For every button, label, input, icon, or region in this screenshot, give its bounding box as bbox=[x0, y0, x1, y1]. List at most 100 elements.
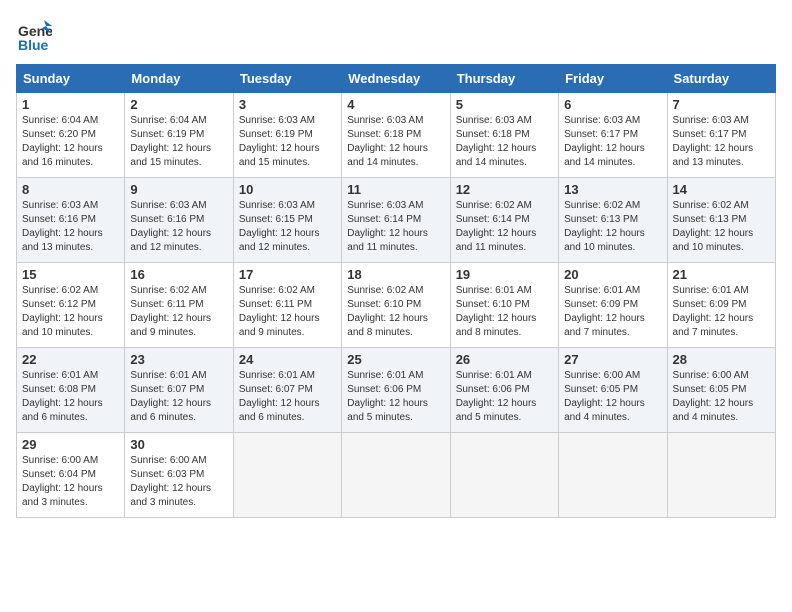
day-info: Sunrise: 6:02 AM Sunset: 6:13 PM Dayligh… bbox=[564, 199, 661, 255]
logo-icon: General Blue bbox=[16, 16, 52, 52]
day-info: Sunrise: 6:00 AM Sunset: 6:05 PM Dayligh… bbox=[673, 369, 770, 425]
day-number: 8 bbox=[22, 182, 119, 197]
calendar-cell bbox=[450, 433, 558, 518]
calendar-cell: 21 Sunrise: 6:01 AM Sunset: 6:09 PM Dayli… bbox=[667, 263, 775, 348]
day-info: Sunrise: 6:03 AM Sunset: 6:16 PM Dayligh… bbox=[130, 199, 227, 255]
day-number: 11 bbox=[347, 182, 444, 197]
svg-text:Blue: Blue bbox=[18, 37, 49, 52]
day-info: Sunrise: 6:03 AM Sunset: 6:15 PM Dayligh… bbox=[239, 199, 336, 255]
day-info: Sunrise: 6:02 AM Sunset: 6:12 PM Dayligh… bbox=[22, 284, 119, 340]
day-number: 19 bbox=[456, 267, 553, 282]
calendar-cell: 10 Sunrise: 6:03 AM Sunset: 6:15 PM Dayli… bbox=[233, 178, 341, 263]
day-info: Sunrise: 6:03 AM Sunset: 6:18 PM Dayligh… bbox=[456, 114, 553, 170]
calendar-cell: 2 Sunrise: 6:04 AM Sunset: 6:19 PM Daylig… bbox=[125, 93, 233, 178]
day-number: 9 bbox=[130, 182, 227, 197]
day-info: Sunrise: 6:03 AM Sunset: 6:18 PM Dayligh… bbox=[347, 114, 444, 170]
calendar-cell: 27Sunrise: 6:00 AM Sunset: 6:05 PM Dayli… bbox=[559, 348, 667, 433]
calendar-week-1: 1 Sunrise: 6:04 AM Sunset: 6:20 PM Daylig… bbox=[17, 93, 776, 178]
calendar-week-5: 29 Sunrise: 6:00 AM Sunset: 6:04 PM Dayli… bbox=[17, 433, 776, 518]
day-number: 20 bbox=[564, 267, 661, 282]
calendar-cell: 26 Sunrise: 6:01 AM Sunset: 6:06 PM Dayli… bbox=[450, 348, 558, 433]
day-info: Sunrise: 6:03 AM Sunset: 6:19 PM Dayligh… bbox=[239, 114, 336, 170]
day-number: 25 bbox=[347, 352, 444, 367]
day-info: Sunrise: 6:04 AM Sunset: 6:19 PM Dayligh… bbox=[130, 114, 227, 170]
calendar-cell: 9 Sunrise: 6:03 AM Sunset: 6:16 PM Daylig… bbox=[125, 178, 233, 263]
day-info: Sunrise: 6:01 AM Sunset: 6:10 PM Dayligh… bbox=[456, 284, 553, 340]
calendar-cell: 6 Sunrise: 6:03 AM Sunset: 6:17 PM Daylig… bbox=[559, 93, 667, 178]
calendar-cell: 5 Sunrise: 6:03 AM Sunset: 6:18 PM Daylig… bbox=[450, 93, 558, 178]
day-info: Sunrise: 6:00 AM Sunset: 6:04 PM Dayligh… bbox=[22, 454, 119, 510]
calendar-cell: 19 Sunrise: 6:01 AM Sunset: 6:10 PM Dayli… bbox=[450, 263, 558, 348]
calendar-cell: 1 Sunrise: 6:04 AM Sunset: 6:20 PM Daylig… bbox=[17, 93, 125, 178]
day-number: 6 bbox=[564, 97, 661, 112]
calendar-cell: 16 Sunrise: 6:02 AM Sunset: 6:11 PM Dayli… bbox=[125, 263, 233, 348]
calendar-cell: 24 Sunrise: 6:01 AM Sunset: 6:07 PM Dayli… bbox=[233, 348, 341, 433]
day-header-sunday: Sunday bbox=[17, 65, 125, 93]
calendar-week-3: 15 Sunrise: 6:02 AM Sunset: 6:12 PM Dayli… bbox=[17, 263, 776, 348]
day-number: 2 bbox=[130, 97, 227, 112]
day-number: 21 bbox=[673, 267, 770, 282]
calendar-cell: 14 Sunrise: 6:02 AM Sunset: 6:13 PM Dayli… bbox=[667, 178, 775, 263]
calendar-cell bbox=[559, 433, 667, 518]
day-info: Sunrise: 6:03 AM Sunset: 6:16 PM Dayligh… bbox=[22, 199, 119, 255]
page-header: General Blue bbox=[16, 16, 776, 52]
calendar-cell: 23Sunrise: 6:01 AM Sunset: 6:07 PM Dayli… bbox=[125, 348, 233, 433]
day-number: 22 bbox=[22, 352, 119, 367]
calendar-body: 1 Sunrise: 6:04 AM Sunset: 6:20 PM Daylig… bbox=[17, 93, 776, 518]
day-header-thursday: Thursday bbox=[450, 65, 558, 93]
day-info: Sunrise: 6:02 AM Sunset: 6:14 PM Dayligh… bbox=[456, 199, 553, 255]
day-info: Sunrise: 6:02 AM Sunset: 6:13 PM Dayligh… bbox=[673, 199, 770, 255]
day-info: Sunrise: 6:03 AM Sunset: 6:14 PM Dayligh… bbox=[347, 199, 444, 255]
day-info: Sunrise: 6:03 AM Sunset: 6:17 PM Dayligh… bbox=[673, 114, 770, 170]
calendar-cell: 12 Sunrise: 6:02 AM Sunset: 6:14 PM Dayli… bbox=[450, 178, 558, 263]
logo: General Blue bbox=[16, 16, 52, 52]
day-number: 29 bbox=[22, 437, 119, 452]
day-number: 12 bbox=[456, 182, 553, 197]
day-info: Sunrise: 6:02 AM Sunset: 6:11 PM Dayligh… bbox=[130, 284, 227, 340]
calendar-cell: 25 Sunrise: 6:01 AM Sunset: 6:06 PM Dayli… bbox=[342, 348, 450, 433]
day-info: Sunrise: 6:01 AM Sunset: 6:09 PM Dayligh… bbox=[564, 284, 661, 340]
calendar-cell: 4 Sunrise: 6:03 AM Sunset: 6:18 PM Daylig… bbox=[342, 93, 450, 178]
day-info: Sunrise: 6:01 AM Sunset: 6:06 PM Dayligh… bbox=[456, 369, 553, 425]
day-header-tuesday: Tuesday bbox=[233, 65, 341, 93]
day-info: Sunrise: 6:01 AM Sunset: 6:06 PM Dayligh… bbox=[347, 369, 444, 425]
day-header-friday: Friday bbox=[559, 65, 667, 93]
day-header-monday: Monday bbox=[125, 65, 233, 93]
calendar-header-row: SundayMondayTuesdayWednesdayThursdayFrid… bbox=[17, 65, 776, 93]
calendar-cell: 29 Sunrise: 6:00 AM Sunset: 6:04 PM Dayli… bbox=[17, 433, 125, 518]
day-number: 13 bbox=[564, 182, 661, 197]
day-info: Sunrise: 6:03 AM Sunset: 6:17 PM Dayligh… bbox=[564, 114, 661, 170]
calendar-cell bbox=[233, 433, 341, 518]
day-number: 26 bbox=[456, 352, 553, 367]
calendar-cell: 11 Sunrise: 6:03 AM Sunset: 6:14 PM Dayli… bbox=[342, 178, 450, 263]
calendar-cell: 20 Sunrise: 6:01 AM Sunset: 6:09 PM Dayli… bbox=[559, 263, 667, 348]
day-info: Sunrise: 6:04 AM Sunset: 6:20 PM Dayligh… bbox=[22, 114, 119, 170]
day-number: 10 bbox=[239, 182, 336, 197]
calendar-cell: 8 Sunrise: 6:03 AM Sunset: 6:16 PM Daylig… bbox=[17, 178, 125, 263]
calendar-cell: 13 Sunrise: 6:02 AM Sunset: 6:13 PM Dayli… bbox=[559, 178, 667, 263]
calendar-cell: 22Sunrise: 6:01 AM Sunset: 6:08 PM Dayli… bbox=[17, 348, 125, 433]
day-info: Sunrise: 6:00 AM Sunset: 6:05 PM Dayligh… bbox=[564, 369, 661, 425]
calendar-cell: 28 Sunrise: 6:00 AM Sunset: 6:05 PM Dayli… bbox=[667, 348, 775, 433]
day-number: 28 bbox=[673, 352, 770, 367]
day-info: Sunrise: 6:02 AM Sunset: 6:10 PM Dayligh… bbox=[347, 284, 444, 340]
day-number: 30 bbox=[130, 437, 227, 452]
day-info: Sunrise: 6:01 AM Sunset: 6:09 PM Dayligh… bbox=[673, 284, 770, 340]
calendar-week-2: 8 Sunrise: 6:03 AM Sunset: 6:16 PM Daylig… bbox=[17, 178, 776, 263]
calendar-cell: 18Sunrise: 6:02 AM Sunset: 6:10 PM Dayli… bbox=[342, 263, 450, 348]
day-number: 3 bbox=[239, 97, 336, 112]
day-number: 24 bbox=[239, 352, 336, 367]
day-info: Sunrise: 6:00 AM Sunset: 6:03 PM Dayligh… bbox=[130, 454, 227, 510]
day-number: 5 bbox=[456, 97, 553, 112]
day-info: Sunrise: 6:01 AM Sunset: 6:07 PM Dayligh… bbox=[130, 369, 227, 425]
day-info: Sunrise: 6:01 AM Sunset: 6:07 PM Dayligh… bbox=[239, 369, 336, 425]
calendar-cell: 30 Sunrise: 6:00 AM Sunset: 6:03 PM Dayli… bbox=[125, 433, 233, 518]
day-number: 16 bbox=[130, 267, 227, 282]
day-number: 1 bbox=[22, 97, 119, 112]
day-header-saturday: Saturday bbox=[667, 65, 775, 93]
calendar-table: SundayMondayTuesdayWednesdayThursdayFrid… bbox=[16, 64, 776, 518]
day-number: 14 bbox=[673, 182, 770, 197]
calendar-cell: 3 Sunrise: 6:03 AM Sunset: 6:19 PM Daylig… bbox=[233, 93, 341, 178]
day-number: 15 bbox=[22, 267, 119, 282]
day-number: 4 bbox=[347, 97, 444, 112]
